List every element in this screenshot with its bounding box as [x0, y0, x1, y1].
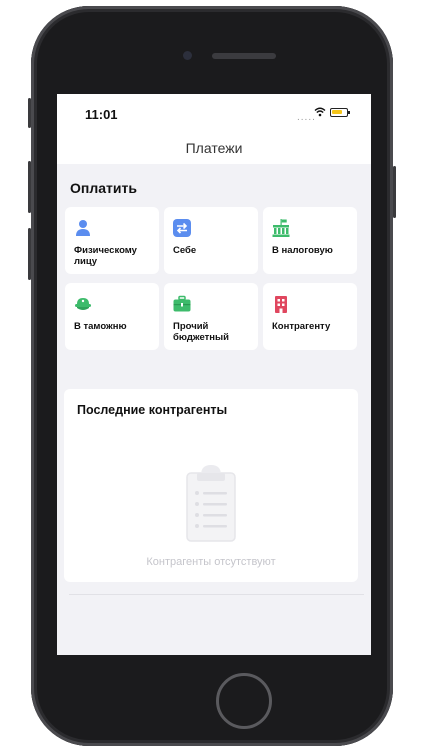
tile-label: В налоговую	[272, 245, 333, 256]
pay-tile-individual[interactable]: Физическому лицу	[65, 207, 159, 274]
pay-tile-other-budget[interactable]: Прочий бюджетный	[164, 283, 258, 350]
person-icon	[76, 220, 90, 236]
front-camera	[183, 51, 192, 60]
pay-tile-customs[interactable]: В таможню	[65, 283, 159, 350]
wifi-icon	[314, 107, 326, 117]
power-button	[393, 166, 396, 218]
tile-label: Контрагенту	[272, 321, 331, 332]
earpiece-speaker	[212, 53, 276, 59]
mute-switch	[28, 98, 31, 128]
office-building-icon	[275, 296, 287, 313]
tile-label: Себе	[173, 245, 197, 256]
tax-building-icon	[272, 219, 290, 237]
home-button[interactable]	[216, 673, 272, 729]
battery-icon	[330, 108, 350, 117]
pay-tile-contractor[interactable]: Контрагенту	[263, 283, 357, 350]
tile-label: Прочий бюджетный	[173, 321, 229, 343]
pay-section-title: Оплатить	[70, 180, 137, 196]
status-time: 11:01	[85, 107, 118, 122]
volume-down-button	[28, 228, 31, 280]
pay-tile-tax[interactable]: В налоговую	[263, 207, 357, 274]
divider	[69, 594, 364, 595]
app-screen: 11:01 ..... Платежи Оплатить Физическому…	[57, 94, 371, 655]
recent-contractors-title: Последние контрагенты	[77, 403, 228, 417]
navigation-bar: Платежи	[57, 130, 371, 164]
customs-cap-icon	[75, 298, 91, 310]
pay-tile-self[interactable]: Себе	[164, 207, 258, 274]
empty-state-text: Контрагенты отсутствуют	[146, 556, 276, 568]
page-title: Платежи	[185, 140, 243, 156]
recent-contractors-card: Последние контрагенты Контрагенты отсутс…	[64, 389, 358, 582]
status-bar: 11:01 .....	[57, 94, 371, 130]
volume-up-button	[28, 161, 31, 213]
briefcase-icon	[173, 295, 191, 312]
tile-label: В таможню	[74, 321, 127, 332]
tile-label: Физическому лицу	[74, 245, 137, 267]
clipboard-icon	[186, 465, 236, 542]
transfer-arrows-icon	[173, 219, 191, 237]
